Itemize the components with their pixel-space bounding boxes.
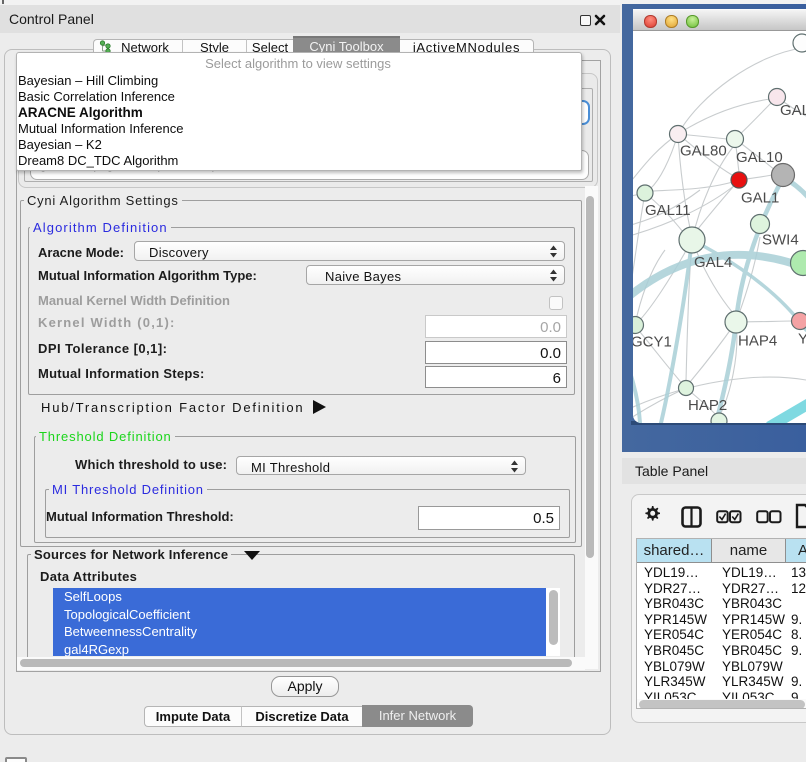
svg-text:GAL11: GAL11 [645,202,691,219]
svg-text:GAL4: GAL4 [694,254,732,271]
svg-text:GAL10: GAL10 [736,149,783,166]
svg-text:SWI4: SWI4 [762,232,799,249]
svg-text:GAL1: GAL1 [741,190,779,207]
svg-text:HAP2: HAP2 [688,397,727,414]
svg-text:GAL80: GAL80 [680,143,727,160]
svg-text:GCY1: GCY1 [633,334,672,351]
svg-text:HAP4: HAP4 [738,333,777,350]
svg-text:GAL2: GAL2 [780,102,806,119]
svg-text:YL: YL [798,331,806,348]
